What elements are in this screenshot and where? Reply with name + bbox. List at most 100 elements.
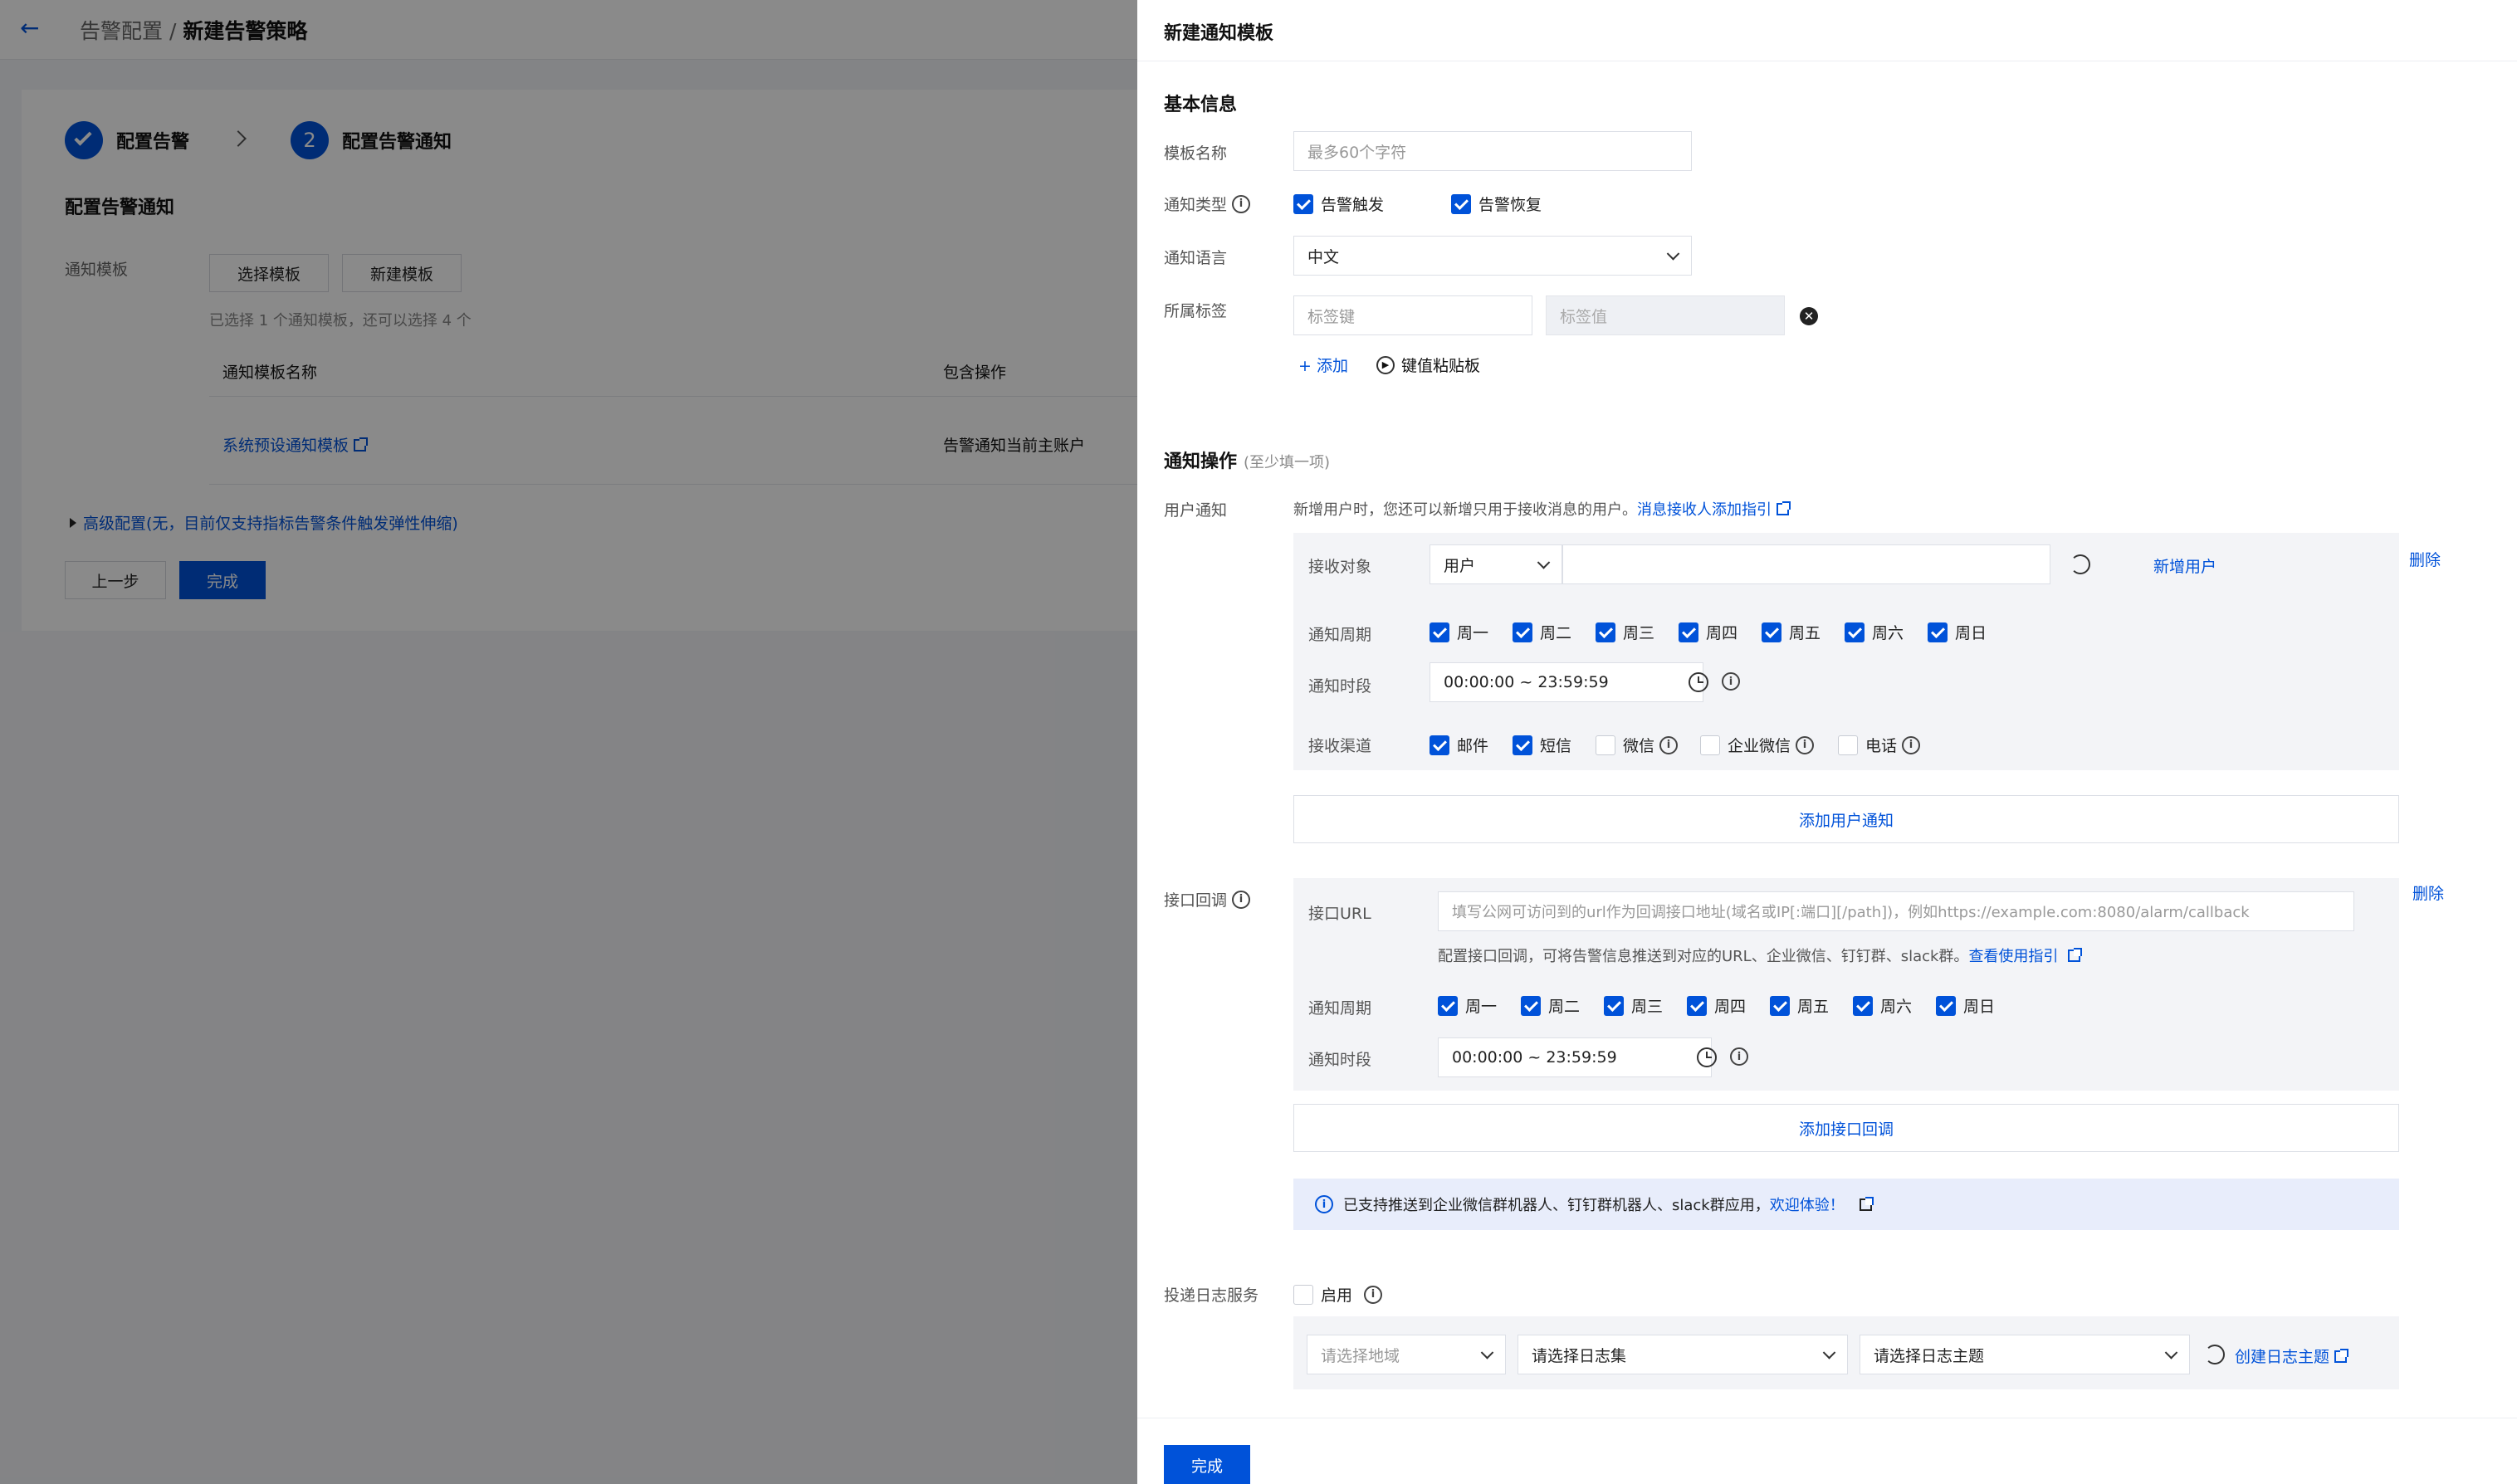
checkbox-checked-icon: [1936, 995, 1956, 1016]
ops-title-row: 通知操作 (至少填一项): [1164, 447, 1330, 473]
enable-log-checkbox[interactable]: 启用 i: [1293, 1283, 1383, 1306]
day-checkbox-wed[interactable]: 周三: [1596, 621, 1654, 643]
log-delivery-label: 投递日志服务: [1164, 1286, 1259, 1305]
day-checkbox-tue[interactable]: 周二: [1513, 621, 1571, 643]
external-link-icon: [2334, 1349, 2349, 1363]
channel-wecom[interactable]: 企业微信 i: [1700, 734, 1815, 756]
info-icon[interactable]: i: [1730, 1047, 1748, 1066]
template-name-label: 模板名称: [1164, 144, 1228, 163]
tag-key-input[interactable]: 标签键: [1293, 295, 1532, 335]
callback-period-label: 通知周期: [1308, 999, 1372, 1018]
checkbox-checked-icon: [1430, 622, 1449, 642]
channel-phone[interactable]: 电话 i: [1838, 734, 1921, 756]
channel-sms[interactable]: 短信: [1513, 734, 1571, 756]
drawer-finish-button[interactable]: 完成: [1164, 1445, 1250, 1484]
checkbox-checked-icon: [1679, 622, 1698, 642]
refresh-icon[interactable]: [2070, 554, 2090, 574]
region-select[interactable]: 请选择地域: [1307, 1335, 1506, 1374]
callback-url-input[interactable]: 填写公网可访问到的url作为回调接口地址(域名或IP[:端口][/path])，…: [1438, 891, 2354, 931]
tag-value-input: 标签值: [1546, 295, 1785, 335]
day-checkbox-thu[interactable]: 周四: [1679, 621, 1737, 643]
info-icon[interactable]: i: [1232, 194, 1251, 213]
day-checkbox-sun[interactable]: 周日: [1928, 621, 1987, 643]
add-user-link[interactable]: 新增用户: [2153, 554, 2216, 577]
drawer-title: 新建通知模板: [1164, 23, 1274, 44]
tag-label: 所属标签: [1164, 302, 1228, 320]
ops-title: 通知操作: [1164, 452, 1238, 472]
notify-language-label: 通知语言: [1164, 249, 1228, 267]
language-select[interactable]: 中文: [1293, 236, 1692, 276]
time-range-label: 通知时段: [1308, 677, 1372, 696]
day-checkbox-fri[interactable]: 周五: [1762, 621, 1821, 643]
cb-day-checkbox-thu[interactable]: 周四: [1687, 994, 1746, 1017]
channel-email[interactable]: 邮件: [1430, 734, 1488, 756]
add-user-notify-button[interactable]: 添加用户通知: [1293, 795, 2399, 843]
delete-callback[interactable]: 删除: [2412, 881, 2444, 904]
checkbox-checked-icon: [1513, 735, 1532, 755]
info-icon[interactable]: i: [1232, 890, 1251, 909]
cb-day-checkbox-mon[interactable]: 周一: [1438, 994, 1497, 1017]
cb-day-checkbox-wed[interactable]: 周三: [1604, 994, 1663, 1017]
checkbox-checked-icon: [1596, 622, 1615, 642]
checkbox-checked-icon: [1293, 193, 1313, 214]
try-now-link[interactable]: 欢迎体验！: [1770, 1194, 1874, 1215]
ops-subtitle: (至少填一项): [1244, 454, 1331, 471]
user-notify-label: 用户通知: [1164, 501, 1228, 520]
checkbox-unchecked-icon: [1596, 735, 1615, 755]
callback-label: 接口回调 i: [1164, 888, 1251, 910]
clear-tag-icon[interactable]: ✕: [1800, 307, 1818, 325]
modal-mask[interactable]: [0, 0, 1137, 1484]
time-range-picker[interactable]: 00:00:00 ~ 23:59:59: [1430, 662, 1703, 702]
add-tag-button[interactable]: + 添加: [1298, 354, 1348, 376]
checkbox-checked-icon: [1770, 995, 1790, 1016]
drawer-footer: 完成: [1137, 1418, 2517, 1484]
checkbox-checked-icon: [1430, 735, 1449, 755]
template-name-input[interactable]: 最多60个字符: [1293, 131, 1692, 171]
delete-user-notify[interactable]: 删除: [2409, 548, 2441, 570]
info-notice-banner: i 已支持推送到企业微信群机器人、钉钉群机器人、slack群应用， 欢迎体验！: [1293, 1179, 2399, 1230]
kv-paste-button[interactable]: ▶ 键值粘贴板: [1376, 354, 1480, 376]
chevron-down-icon: [1822, 1346, 1836, 1360]
receiver-guide-link[interactable]: 消息接收人添加指引: [1637, 501, 1791, 519]
checkbox-checked-icon: [1513, 622, 1532, 642]
cb-day-checkbox-sat[interactable]: 周六: [1853, 994, 1912, 1017]
checkbox-checked-icon: [1845, 622, 1865, 642]
logtopic-select[interactable]: 请选择日志主题: [1860, 1335, 2190, 1374]
receiver-type-select[interactable]: 用户: [1430, 544, 1562, 584]
channel-wechat[interactable]: 微信 i: [1596, 734, 1679, 756]
chevron-down-icon: [1537, 556, 1551, 569]
receiver-input[interactable]: [1562, 544, 2050, 584]
refresh-icon[interactable]: [2205, 1345, 2225, 1364]
url-label: 接口URL: [1308, 905, 1371, 923]
period-label: 通知周期: [1308, 626, 1372, 644]
info-icon[interactable]: i: [1902, 735, 1921, 754]
callback-time-label: 通知时段: [1308, 1051, 1372, 1069]
callback-time-picker[interactable]: 00:00:00 ~ 23:59:59: [1438, 1037, 1712, 1077]
checkbox-checked-icon: [1928, 622, 1948, 642]
cb-day-checkbox-fri[interactable]: 周五: [1770, 994, 1829, 1017]
checkbox-checked-icon: [1451, 193, 1471, 214]
checkbox-alarm-trigger[interactable]: 告警触发: [1293, 193, 1384, 215]
info-icon[interactable]: i: [1796, 735, 1815, 754]
info-icon[interactable]: i: [1659, 735, 1679, 754]
checkbox-alarm-recover[interactable]: 告警恢复: [1451, 193, 1542, 215]
day-checkbox-mon[interactable]: 周一: [1430, 621, 1488, 643]
info-circle-icon: i: [1315, 1195, 1333, 1213]
checkbox-checked-icon: [1438, 995, 1458, 1016]
checkbox-unchecked-icon: [1293, 1284, 1313, 1305]
usage-guide-link[interactable]: 查看使用指引: [1968, 948, 2083, 965]
clock-icon: [1697, 1047, 1717, 1067]
chevron-down-icon: [1480, 1346, 1494, 1360]
checkbox-checked-icon: [1687, 995, 1707, 1016]
create-log-topic-link[interactable]: 创建日志主题: [2235, 1345, 2349, 1367]
cb-day-checkbox-tue[interactable]: 周二: [1521, 994, 1580, 1017]
day-checkbox-sat[interactable]: 周六: [1845, 621, 1904, 643]
add-callback-button[interactable]: 添加接口回调: [1293, 1104, 2399, 1152]
cb-day-checkbox-sun[interactable]: 周日: [1936, 994, 1995, 1017]
plus-icon: +: [1298, 357, 1312, 375]
background-page: ← 告警配置 / 新建告警策略 配置告警 2 配置告警通知 配置告警通知 通知模…: [0, 0, 1137, 1484]
channel-label: 接收渠道: [1308, 737, 1372, 755]
info-icon[interactable]: i: [1364, 1285, 1383, 1304]
logset-select[interactable]: 请选择日志集: [1518, 1335, 1848, 1374]
info-icon[interactable]: i: [1722, 672, 1740, 691]
